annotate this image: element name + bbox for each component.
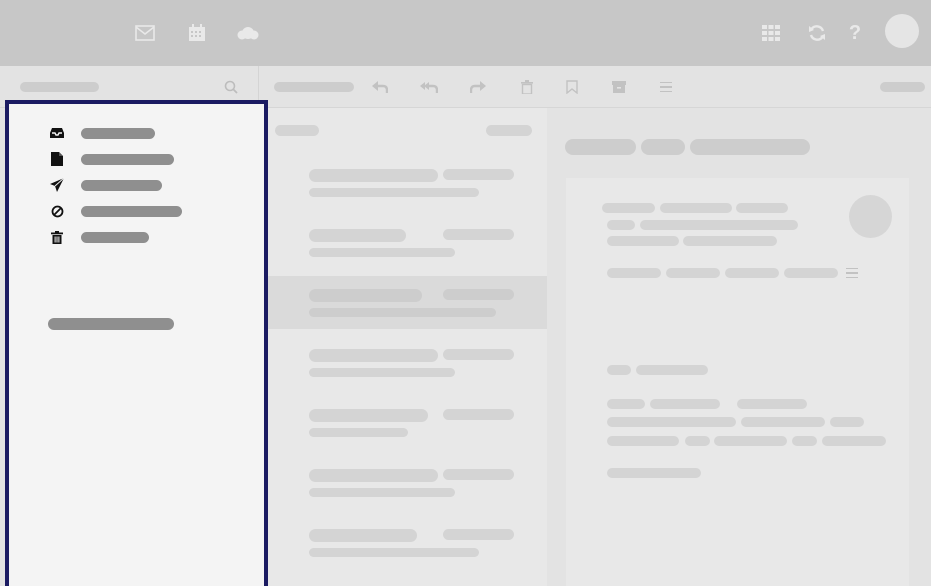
folder-sidebar — [5, 100, 268, 586]
bookmark-icon[interactable] — [563, 78, 581, 96]
refresh-icon[interactable] — [806, 22, 828, 44]
action-placeholder[interactable] — [784, 268, 838, 278]
subject-placeholder — [309, 188, 479, 197]
subject-placeholder — [309, 308, 496, 317]
header-placeholder — [683, 236, 777, 246]
toolbar-right-control[interactable] — [880, 82, 925, 92]
body-placeholder — [822, 436, 886, 446]
avatar[interactable] — [885, 14, 919, 48]
body-placeholder — [607, 417, 736, 427]
sender-placeholder — [309, 289, 422, 302]
search-input[interactable] — [20, 82, 99, 92]
date-placeholder — [443, 229, 514, 240]
menu-icon[interactable] — [843, 264, 861, 282]
header-placeholder — [607, 236, 679, 246]
sender-avatar — [849, 195, 892, 238]
subject-title-placeholder — [641, 139, 685, 155]
sidebar-item-sent[interactable] — [49, 177, 162, 193]
subject-placeholder — [309, 428, 408, 437]
date-placeholder — [443, 529, 514, 540]
body-placeholder — [636, 365, 708, 375]
sender-placeholder — [309, 169, 438, 182]
header-placeholder — [736, 203, 788, 213]
subject-placeholder — [309, 488, 455, 497]
date-placeholder — [443, 289, 514, 300]
body-placeholder — [607, 468, 701, 478]
sidebar-item-label — [81, 231, 149, 243]
header-placeholder — [640, 220, 798, 230]
date-placeholder — [443, 409, 514, 420]
sender-placeholder — [309, 529, 417, 542]
action-placeholder[interactable] — [666, 268, 720, 278]
date-placeholder — [443, 349, 514, 360]
drafts-icon — [49, 151, 65, 167]
sender-placeholder — [309, 229, 406, 242]
body-placeholder — [792, 436, 817, 446]
subject-title-placeholder — [690, 139, 810, 155]
archive-icon[interactable] — [610, 78, 628, 96]
action-placeholder[interactable] — [607, 268, 661, 278]
cloud-icon[interactable] — [237, 22, 259, 44]
subject-placeholder — [309, 368, 455, 377]
trash-icon[interactable] — [518, 78, 536, 96]
sidebar-item-label — [81, 153, 174, 165]
body-placeholder — [741, 417, 825, 427]
body-placeholder — [607, 365, 631, 375]
header-placeholder — [607, 220, 635, 230]
sender-placeholder — [309, 409, 428, 422]
body-placeholder — [830, 417, 864, 427]
sidebar-item-label — [81, 205, 182, 217]
sidebar-item-label — [81, 127, 155, 139]
body-placeholder — [737, 399, 807, 409]
action-placeholder[interactable] — [725, 268, 779, 278]
sidebar-group-label[interactable] — [48, 318, 174, 330]
help-icon[interactable]: ? — [844, 22, 866, 44]
sender-placeholder — [309, 349, 438, 362]
inbox-icon — [49, 125, 65, 141]
body-placeholder — [685, 436, 710, 446]
subject-title-placeholder — [565, 139, 636, 155]
spam-icon — [49, 203, 65, 219]
sender-placeholder — [309, 469, 438, 482]
apps-grid-icon[interactable] — [760, 22, 782, 44]
date-placeholder — [443, 169, 514, 180]
reply-icon[interactable] — [371, 78, 389, 96]
sidebar-item-spam[interactable] — [49, 203, 182, 219]
reply-all-icon[interactable] — [420, 78, 438, 96]
body-placeholder — [714, 436, 787, 446]
folder-title — [274, 82, 354, 92]
header-placeholder — [660, 203, 732, 213]
sidebar-item-inbox[interactable] — [49, 125, 155, 141]
date-placeholder — [443, 469, 514, 480]
list-header-control[interactable] — [486, 125, 532, 136]
search-icon[interactable] — [222, 78, 240, 96]
subject-placeholder — [309, 548, 479, 557]
trash-icon — [49, 229, 65, 245]
subject-placeholder — [309, 248, 455, 257]
sent-icon — [49, 177, 65, 193]
body-placeholder — [607, 399, 645, 409]
sidebar-item-label — [81, 179, 162, 191]
mail-icon[interactable] — [134, 22, 156, 44]
body-placeholder — [607, 436, 679, 446]
header-placeholder — [602, 203, 655, 213]
list-header-label — [275, 125, 319, 136]
calendar-icon[interactable] — [186, 22, 208, 44]
forward-icon[interactable] — [469, 78, 487, 96]
selected-message-row[interactable] — [259, 276, 547, 329]
body-placeholder — [650, 399, 720, 409]
sidebar-item-drafts[interactable] — [49, 151, 174, 167]
sidebar-item-trash[interactable] — [49, 229, 149, 245]
menu-icon[interactable] — [657, 78, 675, 96]
top-bar: ? — [0, 0, 931, 66]
